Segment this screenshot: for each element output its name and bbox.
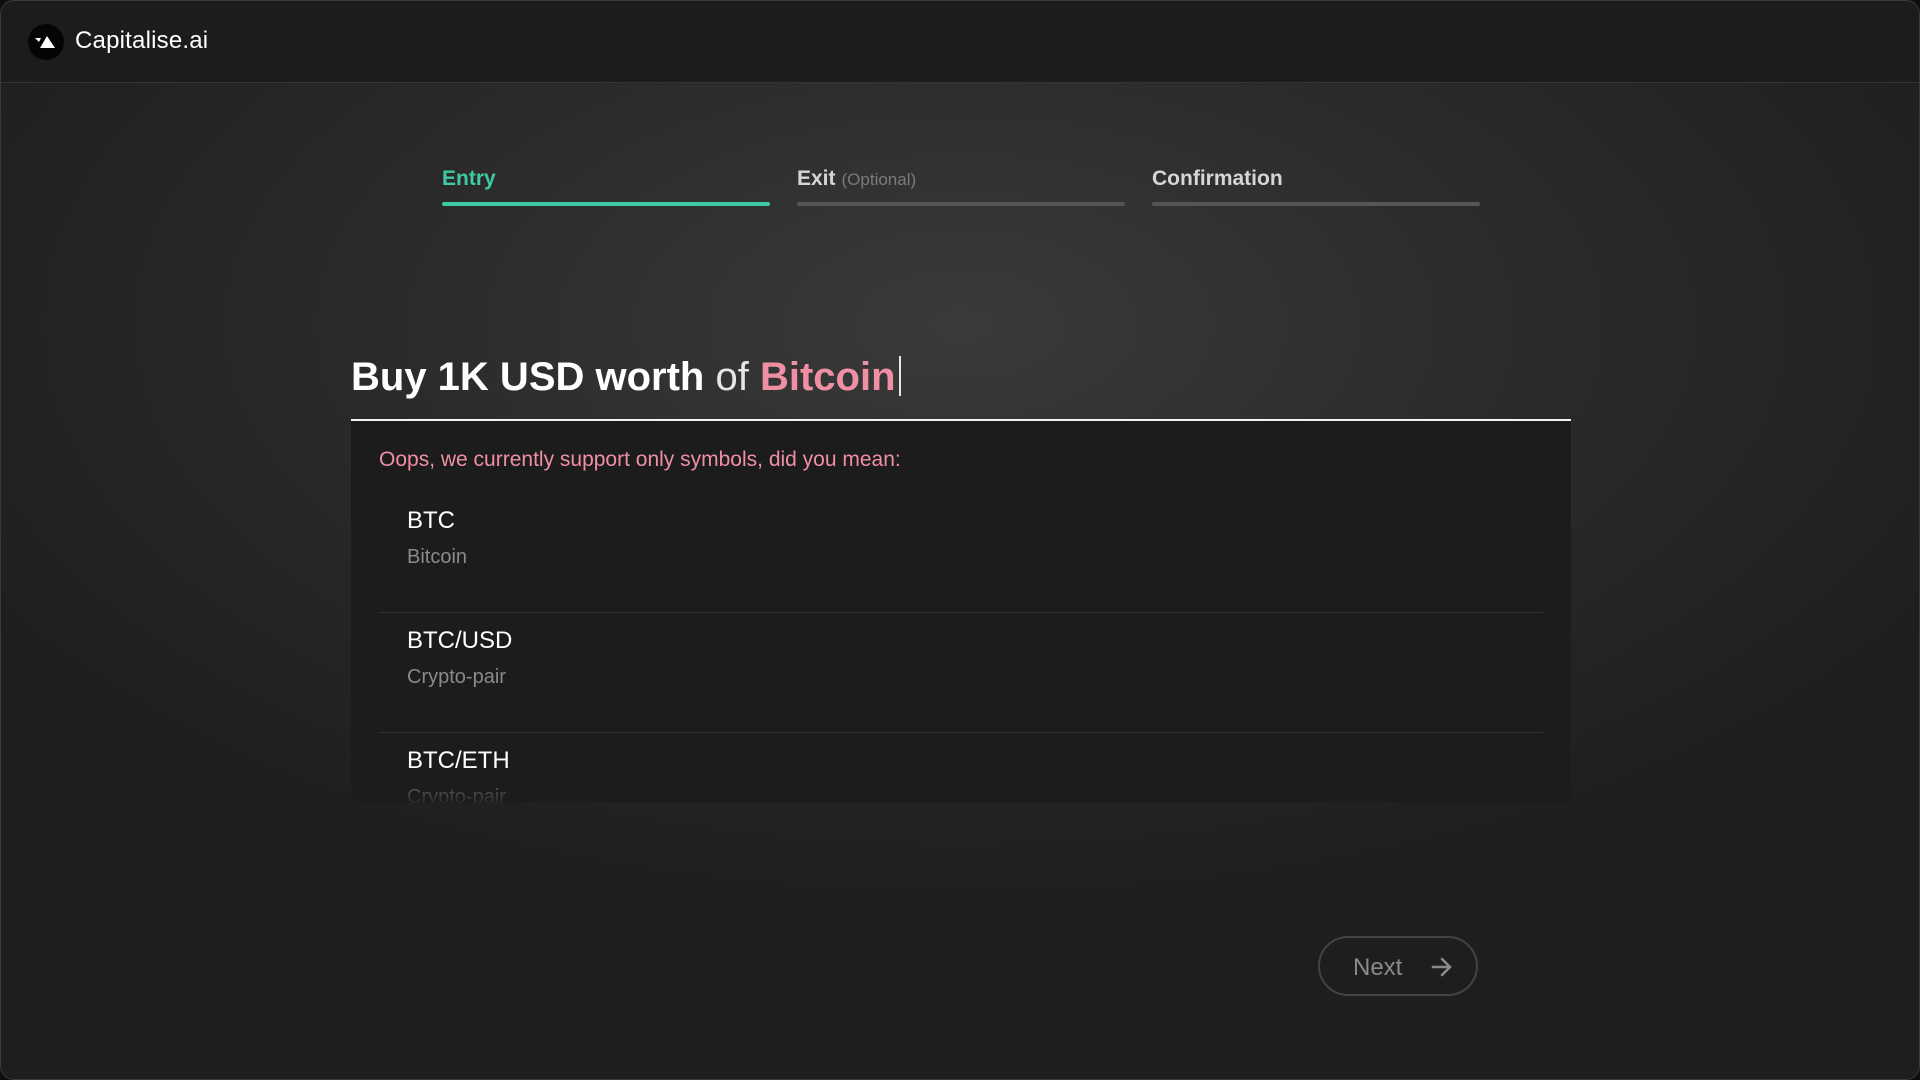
suggestion-symbol: BTC/ETH [407,747,510,774]
step-entry[interactable]: Entry [442,161,770,206]
brand-name: Capitalise.ai [75,27,209,54]
app-window: Capitalise.ai Entry Exit (Optional) Confi… [0,0,1920,1080]
suggestion-list: BTC Bitcoin BTC/USD Crypto-pair BTC/ETH … [379,493,1543,803]
text-caret [898,356,901,396]
query-asset-invalid: Bitcoin [759,355,896,399]
stepper: Entry Exit (Optional) Confirmation [442,161,1480,211]
logo-icon [28,24,64,60]
step-entry-label: Entry [442,167,496,190]
step-entry-progress-bar [442,202,770,206]
step-exit[interactable]: Exit (Optional) [797,161,1125,206]
suggestion-type: Bitcoin [407,546,468,568]
arrow-right-icon [1431,957,1453,982]
suggestion-error-message: Oops, we currently support only symbols,… [379,448,901,471]
strategy-input[interactable]: Buy 1K USD worth of Bitcoin [351,351,1571,422]
strategy-input-text[interactable]: Buy 1K USD worth of Bitcoin [351,355,901,400]
suggestion-dropdown: Oops, we currently support only symbols,… [351,421,1571,803]
step-confirmation[interactable]: Confirmation [1152,161,1480,206]
suggestion-item-btc-eth[interactable]: BTC/ETH Crypto-pair [379,733,1543,803]
suggestion-item-btc[interactable]: BTC Bitcoin [379,493,1543,613]
query-connector: of [715,355,749,399]
step-exit-optional-tag: (Optional) [841,170,917,189]
suggestion-type: Crypto-pair [407,786,506,803]
top-bar: Capitalise.ai [1,1,1919,83]
suggestion-symbol: BTC/USD [407,627,513,654]
next-button[interactable]: Next [1318,936,1478,996]
step-exit-label: Exit [797,167,836,190]
suggestion-item-btc-usd[interactable]: BTC/USD Crypto-pair [379,613,1543,733]
step-confirmation-label: Confirmation [1152,167,1283,190]
query-action: Buy 1K USD worth [351,355,705,399]
suggestion-type: Crypto-pair [407,666,506,688]
step-exit-progress-bar [797,202,1125,206]
step-confirmation-progress-bar [1152,202,1480,206]
next-button-label: Next [1353,954,1403,981]
suggestion-symbol: BTC [407,507,455,534]
